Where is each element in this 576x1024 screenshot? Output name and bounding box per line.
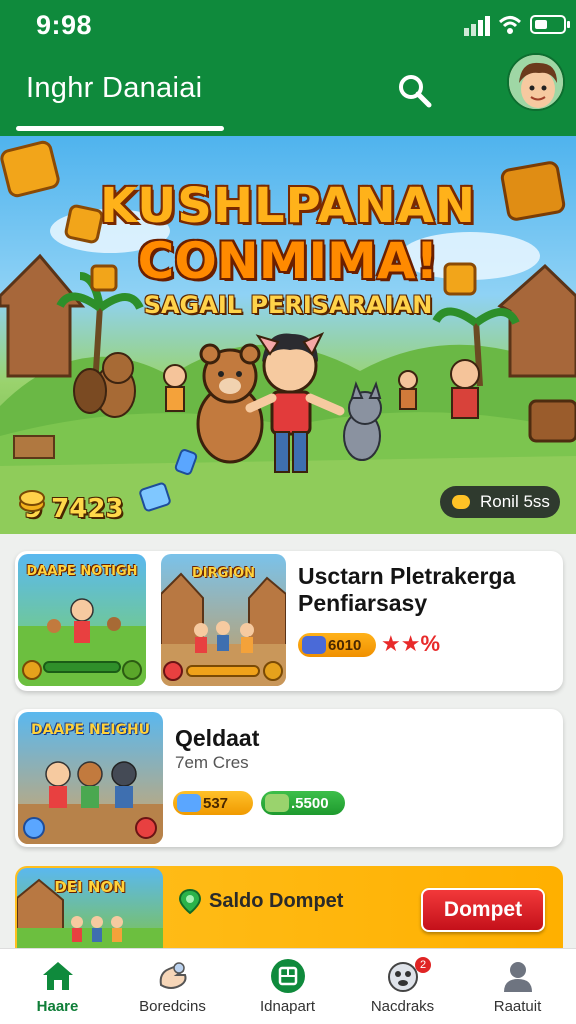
- nav-label: Raatuit: [493, 998, 542, 1015]
- wallet-button[interactable]: Dompet: [421, 888, 545, 932]
- thumbnail-title: DAAPE NOTIGH: [26, 564, 138, 579]
- game-thumbnail-1a[interactable]: DAAPE NOTIGH: [18, 554, 146, 686]
- grid-icon: [271, 959, 305, 993]
- banner-headline-2: CONMIMA!: [137, 232, 439, 290]
- nav-item-home[interactable]: Haare: [0, 949, 115, 1024]
- title-tab-indicator: [16, 126, 224, 131]
- avatar[interactable]: [507, 53, 565, 111]
- app-bar: 9:98 Inghr Danaiai: [0, 0, 576, 136]
- user-icon: [504, 962, 532, 992]
- stat-pill-2: .5500: [261, 791, 345, 815]
- card-subtitle: 7em Cres: [175, 753, 249, 772]
- nav-item-idnapart[interactable]: Idnapart: [230, 949, 345, 1024]
- nav-label: Nacdraks: [370, 998, 435, 1015]
- gem-icon: [302, 636, 326, 654]
- round-pill[interactable]: Ronil 5ss: [440, 486, 560, 518]
- bottom-nav: Haare Boredcins Idnapart 2 Nacdraks Raat…: [0, 948, 576, 1024]
- hero-banner[interactable]: KUSHLPANAN CONMIMA! SAGAIL PERISARAIAN 9…: [0, 136, 576, 534]
- nav-item-boredcins[interactable]: Boredcins: [115, 949, 230, 1024]
- points-value: 6010: [328, 636, 362, 654]
- nav-label: Idnapart: [259, 998, 316, 1015]
- nav-item-nacdraks[interactable]: 2 Nacdraks: [345, 949, 460, 1024]
- thumbnail-title: DEI NON: [54, 878, 126, 896]
- avatar-face-icon: [509, 55, 563, 109]
- page-title: Inghr Danaiai: [26, 72, 203, 104]
- rating-value: ★★%: [381, 631, 441, 656]
- wifi-icon: [498, 16, 522, 34]
- round-label: Ronil 5ss: [480, 492, 550, 511]
- nav-label: Boredcins: [139, 998, 206, 1015]
- home-icon: [43, 962, 73, 990]
- search-icon[interactable]: [396, 72, 434, 110]
- coin-counter: 9 7423: [18, 486, 124, 532]
- card-title: Usctarn Pletrakerga Penfiarsasy: [298, 563, 516, 616]
- hand-coin-icon: [159, 962, 187, 989]
- stat-value-2: .5500: [291, 794, 329, 812]
- thumbnail-title: DAAPE NEIGHU: [30, 722, 151, 738]
- coin-icon: [19, 490, 45, 512]
- rating-stars: ★★%: [381, 631, 440, 657]
- key-icon: [452, 495, 470, 509]
- nav-item-profile[interactable]: Raatuit: [460, 949, 575, 1024]
- nav-label: Haare: [36, 998, 79, 1015]
- game-thumbnail-1b[interactable]: DIRGION: [161, 554, 286, 686]
- signal-icon: [464, 16, 490, 36]
- banner-subheadline: SAGAIL PERISARAIAN: [143, 291, 433, 319]
- card-title: Qeldaat: [175, 725, 260, 751]
- cash-icon: [265, 794, 289, 812]
- stat-pill-1: 537: [173, 791, 253, 815]
- banner-headline-1: KUSHLPANAN: [99, 178, 477, 234]
- wallet-thumbnail: DEI NON: [17, 868, 163, 948]
- notification-badge: 2: [415, 957, 431, 973]
- battery-icon: [530, 15, 570, 34]
- stat-value-1: 537: [203, 794, 229, 812]
- map-pin-icon: [178, 888, 202, 914]
- game-card-2[interactable]: DAAPE NEIGHU Qeldaat 7em Cres 537 .5500: [15, 709, 563, 847]
- gem-icon: [177, 794, 201, 812]
- game-card-1[interactable]: DAAPE NOTIGH DIRGION Usctarn Pletrakerga…: [15, 551, 563, 691]
- thumbnail-title: DIRGION: [191, 566, 256, 581]
- status-time: 9:98: [36, 10, 93, 40]
- saldo-text: Saldo Dompet: [209, 889, 344, 912]
- wallet-card[interactable]: DEI NON Saldo Dompet Dompet: [15, 866, 563, 948]
- status-bar: 9:98: [0, 0, 576, 52]
- game-thumbnail-2[interactable]: DAAPE NEIGHU: [18, 712, 163, 844]
- points-pill: 6010: [298, 633, 376, 657]
- wallet-balance-label: Saldo Dompet: [177, 888, 343, 914]
